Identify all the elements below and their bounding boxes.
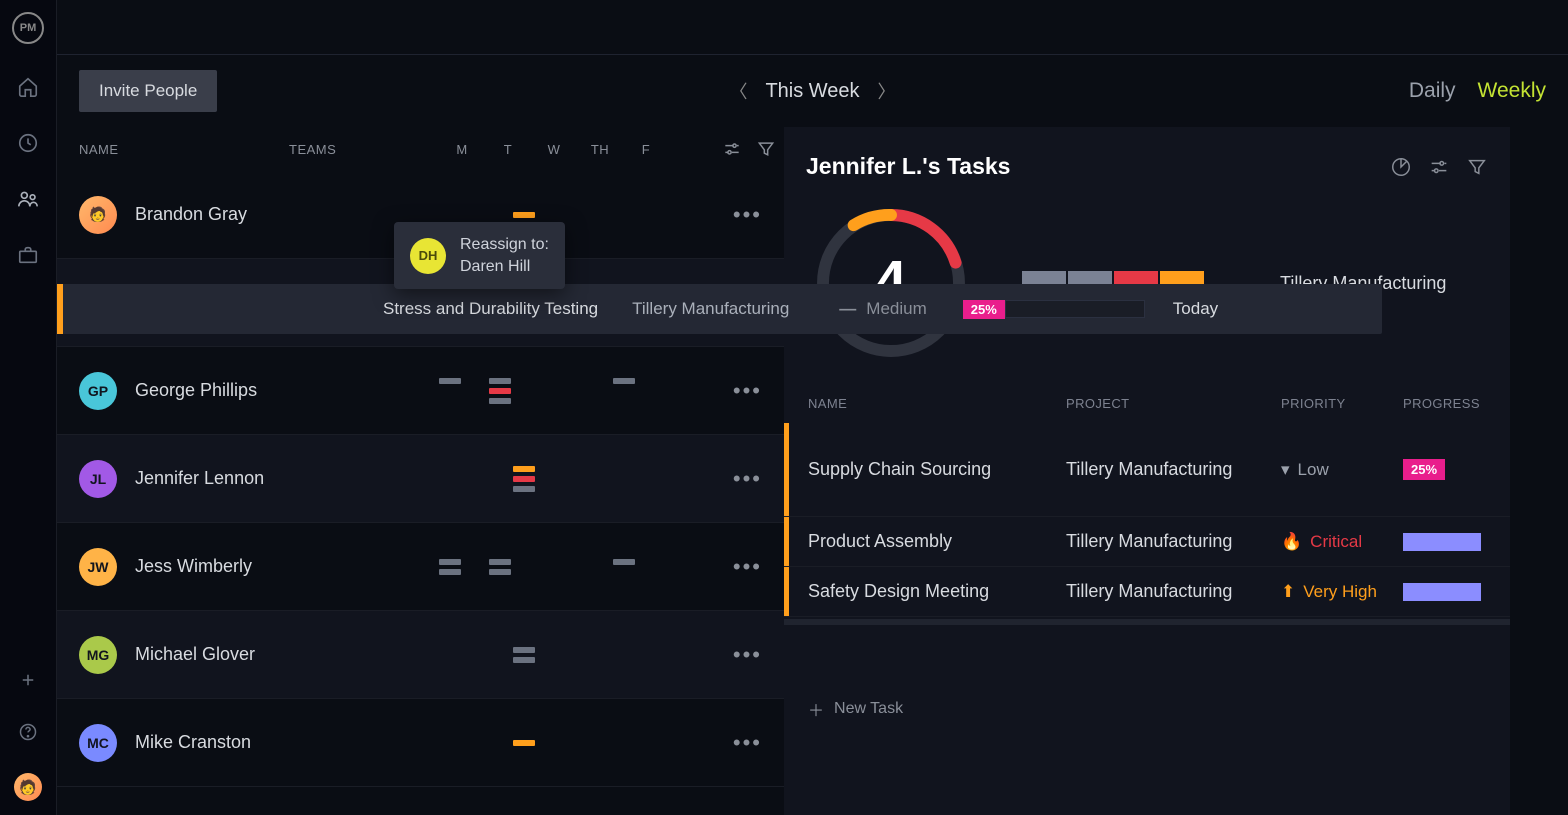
sidebar: PM 🧑: [0, 0, 57, 815]
th-project: PROJECT: [1066, 396, 1281, 411]
task-priority: ⬆Very High: [1281, 582, 1403, 602]
task-panel: Jennifer L.'s Tasks 4 Tillery Manufactur…: [784, 127, 1510, 815]
period-label: This Week: [765, 80, 859, 103]
avatar: 🧑: [79, 196, 117, 234]
task-stripe: [784, 517, 789, 566]
chevron-right-icon[interactable]: 〉: [878, 78, 896, 104]
reassign-tooltip: DH Reassign to: Daren Hill: [394, 222, 565, 289]
invite-people-button[interactable]: Invite People: [79, 70, 217, 112]
task-row[interactable]: Product Assembly Tillery Manufacturing 🔥…: [784, 517, 1510, 567]
avatar: JW: [79, 548, 117, 586]
th-name: NAME: [808, 396, 1066, 411]
person-name: George Phillips: [135, 380, 257, 401]
top-divider: [57, 0, 1568, 55]
view-daily[interactable]: Daily: [1409, 79, 1456, 103]
sliders-icon[interactable]: [722, 139, 742, 159]
tooltip-avatar: DH: [410, 238, 446, 274]
person-row[interactable]: GP George Phillips •••: [57, 347, 784, 435]
row-menu-icon[interactable]: •••: [733, 554, 762, 580]
col-name: NAME: [79, 142, 289, 157]
col-day-f: F: [623, 142, 669, 157]
plus-icon: ＋: [808, 697, 824, 721]
person-row[interactable]: MC Mike Cranston •••: [57, 699, 784, 787]
person-name: Mike Cranston: [135, 732, 251, 753]
task-project: Tillery Manufacturing: [1066, 531, 1281, 552]
row-menu-icon[interactable]: •••: [733, 730, 762, 756]
sliders-icon[interactable]: [1428, 156, 1450, 178]
drag-task-progress: 25%: [963, 300, 1145, 319]
drag-task-due: Today: [1173, 299, 1218, 319]
avatar: MC: [79, 724, 117, 762]
chevron-left-icon[interactable]: 〈: [729, 78, 747, 104]
row-menu-icon[interactable]: •••: [733, 466, 762, 492]
task-name: Safety Design Meeting: [808, 581, 1066, 602]
row-menu-icon[interactable]: •••: [733, 202, 762, 228]
col-day-w: W: [531, 142, 577, 157]
view-weekly[interactable]: Weekly: [1478, 79, 1546, 103]
flame-icon: 🔥: [1281, 532, 1302, 552]
task-project: Tillery Manufacturing: [1066, 459, 1281, 480]
drag-task-name: Stress and Durability Testing: [383, 299, 598, 319]
pie-icon[interactable]: [1390, 156, 1412, 178]
tasks-columns-header: NAME PROJECT PRIORITY PROGRESS: [784, 383, 1510, 423]
person-row[interactable]: JW Jess Wimberly •••: [57, 523, 784, 611]
people-icon[interactable]: [17, 188, 39, 210]
chevron-down-icon: ▾: [1281, 460, 1290, 480]
briefcase-icon[interactable]: [17, 244, 39, 266]
task-priority: 🔥Critical: [1281, 532, 1403, 552]
col-day-m: M: [439, 142, 485, 157]
dragged-task-bar[interactable]: Stress and Durability Testing Tillery Ma…: [57, 284, 1382, 334]
progress-bar: [1403, 583, 1481, 601]
task-name: Supply Chain Sourcing: [808, 459, 1066, 480]
person-row[interactable]: JL Jennifer Lennon •••: [57, 435, 784, 523]
person-name: Michael Glover: [135, 644, 255, 665]
task-project: Tillery Manufacturing: [1066, 581, 1281, 602]
filter-icon[interactable]: [756, 139, 776, 159]
tooltip-name: Daren Hill: [460, 256, 549, 278]
person-row[interactable]: MG Michael Glover •••: [57, 611, 784, 699]
progress-badge: 25%: [1403, 459, 1445, 480]
task-count-gauge: 4: [806, 198, 976, 368]
task-row[interactable]: Supply Chain Sourcing Tillery Manufactur…: [784, 423, 1510, 517]
row-menu-icon[interactable]: •••: [733, 642, 762, 668]
task-row[interactable]: Safety Design Meeting Tillery Manufactur…: [784, 567, 1510, 617]
person-name: Jennifer Lennon: [135, 468, 264, 489]
task-stripe: [784, 567, 789, 616]
task-priority: ▾Low: [1281, 460, 1403, 480]
person-name: Jess Wimberly: [135, 556, 252, 577]
period-navigator: 〈 This Week 〉: [729, 78, 895, 104]
th-priority: PRIORITY: [1281, 396, 1403, 411]
topbar: Invite People 〈 This Week 〉 Daily Weekly: [57, 55, 1568, 127]
avatar: GP: [79, 372, 117, 410]
avatar: JL: [79, 460, 117, 498]
help-icon[interactable]: [17, 721, 39, 743]
panel-title: Jennifer L.'s Tasks: [806, 153, 1010, 180]
plus-icon[interactable]: [17, 669, 39, 691]
task-stripe: [784, 423, 789, 516]
home-icon[interactable]: [17, 76, 39, 98]
tooltip-label: Reassign to:: [460, 234, 549, 256]
drag-task-priority: —Medium: [839, 299, 926, 319]
current-user-avatar[interactable]: 🧑: [14, 773, 42, 801]
th-progress: PROGRESS: [1403, 396, 1483, 411]
avatar: MG: [79, 636, 117, 674]
people-columns-header: NAME TEAMS M T W TH F: [57, 127, 784, 171]
col-teams: TEAMS: [289, 142, 439, 157]
task-name: Product Assembly: [808, 531, 1066, 552]
col-day-th: TH: [577, 142, 623, 157]
task-stripe: [57, 284, 63, 334]
row-menu-icon[interactable]: •••: [733, 378, 762, 404]
person-name: Brandon Gray: [135, 204, 247, 225]
arrow-up-icon: ⬆: [1281, 582, 1295, 602]
drag-task-project: Tillery Manufacturing: [632, 299, 789, 319]
new-task-button[interactable]: ＋ New Task: [808, 697, 903, 721]
new-task-label: New Task: [834, 700, 903, 718]
filter-icon[interactable]: [1466, 156, 1488, 178]
scrollbar-track[interactable]: [784, 619, 1510, 625]
clock-icon[interactable]: [17, 132, 39, 154]
progress-bar: [1403, 533, 1481, 551]
col-day-t: T: [485, 142, 531, 157]
logo[interactable]: PM: [12, 12, 44, 44]
